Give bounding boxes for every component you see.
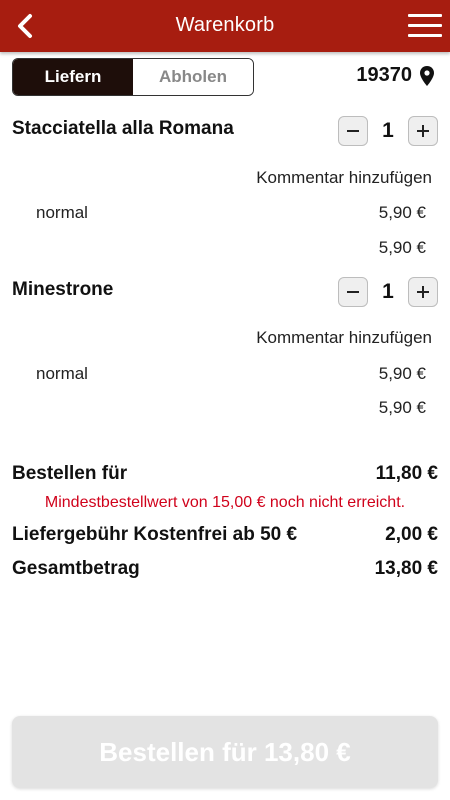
pickup-option[interactable]: Abholen (133, 59, 253, 95)
menu-button[interactable] (408, 14, 442, 40)
hamburger-menu-icon (408, 14, 442, 17)
quantity-stepper: 1 (338, 277, 438, 307)
app-header: Warenkorb (0, 0, 450, 52)
variant-price: 5,90 € (378, 364, 426, 383)
zip-code: 19370 (356, 64, 412, 86)
line-total: 5,90 € (378, 238, 426, 257)
deliver-option[interactable]: Liefern (13, 59, 133, 95)
item-variant: normal (36, 364, 88, 383)
total-label: Gesamtbetrag (12, 558, 140, 579)
add-comment-link[interactable]: Kommentar hinzufügen (256, 328, 432, 348)
decrease-quantity-button[interactable] (338, 277, 368, 307)
increase-quantity-button[interactable] (408, 116, 438, 146)
quantity-value: 1 (382, 280, 394, 303)
item-name: Minestrone (12, 279, 114, 300)
delivery-fee-value: 2,00 € (385, 524, 438, 545)
delivery-mode-toggle: Liefern Abholen (12, 58, 254, 96)
item-name: Stacciatella alla Romana (12, 118, 234, 139)
item-variant: normal (36, 203, 88, 222)
line-total: 5,90 € (378, 398, 426, 417)
variant-price: 5,90 € (378, 203, 426, 222)
order-for-label: Bestellen für (12, 463, 128, 484)
page-title: Warenkorb (175, 14, 275, 36)
decrease-quantity-button[interactable] (338, 116, 368, 146)
quantity-stepper: 1 (338, 116, 438, 146)
plus-icon (417, 286, 429, 298)
location-selector[interactable]: 19370 (356, 64, 434, 87)
total-value: 13,80 € (374, 558, 438, 579)
add-comment-link[interactable]: Kommentar hinzufügen (256, 168, 432, 188)
location-pin-icon (420, 65, 434, 86)
delivery-fee-label: Liefergebühr Kostenfrei ab 50 € (12, 524, 298, 545)
minimum-order-warning: Mindestbestellwert von 15,00 € noch nich… (44, 494, 406, 511)
place-order-button[interactable]: Bestellen für 13,80 € (12, 716, 438, 788)
minus-icon (347, 291, 359, 293)
minus-icon (347, 130, 359, 132)
quantity-value: 1 (382, 119, 394, 142)
increase-quantity-button[interactable] (408, 277, 438, 307)
order-for-value: 11,80 € (375, 463, 438, 484)
plus-icon (417, 125, 429, 137)
